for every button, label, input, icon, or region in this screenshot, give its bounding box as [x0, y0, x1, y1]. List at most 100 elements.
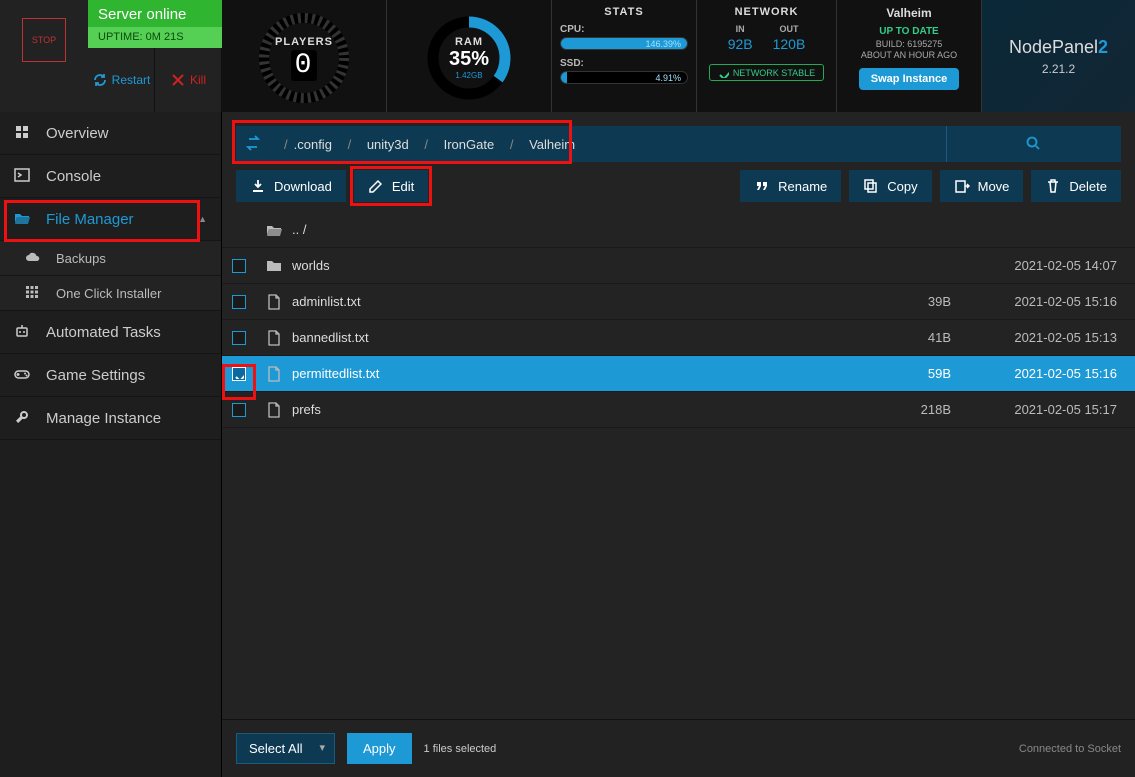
rename-button[interactable]: Rename: [740, 170, 841, 202]
status-cell: Server online UPTIME: 0M 21S Restart Kil…: [88, 0, 222, 112]
players-ring-icon: [249, 10, 359, 106]
stop-button[interactable]: STOP: [22, 18, 66, 62]
sidebar-item-label: Game Settings: [46, 367, 145, 384]
sidebar-item-one-click-installer[interactable]: One Click Installer: [0, 276, 221, 311]
brand-cell: NodePanel2 2.21.2: [982, 0, 1135, 112]
file-icon: [256, 365, 292, 382]
file-list: .. / worlds 2021-02-05 14:07 adminlist.t…: [222, 212, 1135, 719]
file-date: 2021-02-05 15:16: [951, 294, 1121, 309]
apply-button[interactable]: Apply: [347, 733, 412, 764]
kill-button[interactable]: Kill: [155, 48, 222, 112]
file-checkbox[interactable]: [232, 331, 246, 345]
sidebar-item-console[interactable]: Console: [0, 155, 221, 198]
cloud-icon: [24, 249, 42, 267]
folder-icon: [256, 257, 292, 274]
breadcrumb-segment[interactable]: Valheim: [529, 137, 575, 152]
file-icon: [256, 293, 292, 310]
server-uptime: UPTIME: 0M 21S: [88, 27, 222, 48]
file-checkbox[interactable]: [232, 259, 246, 273]
robot-icon: [14, 323, 32, 341]
ssd-label: SSD:: [560, 58, 688, 69]
ram-gauge: RAM 35% 1.42GB: [387, 0, 552, 112]
terminal-icon: [14, 167, 32, 185]
file-row[interactable]: prefs 218B 2021-02-05 15:17: [222, 392, 1135, 428]
check-icon: [718, 67, 729, 78]
rename-label: Rename: [778, 179, 827, 194]
game-name: Valheim: [837, 6, 981, 20]
sidebar: Overview Console File Manager ▲ BackupsOne C…: [0, 112, 222, 777]
net-in-label: IN: [728, 24, 753, 34]
breadcrumb-row: / .config / unity3d / IronGate / Valheim: [236, 126, 1121, 162]
copy-icon: [863, 178, 879, 194]
sidebar-item-label: File Manager: [46, 211, 134, 228]
file-date: 2021-02-05 15:13: [951, 330, 1121, 345]
file-name: .. /: [292, 222, 851, 237]
caret-icon: ▲: [198, 214, 207, 224]
selection-info: 1 files selected: [424, 743, 497, 755]
file-checkbox[interactable]: [232, 367, 246, 381]
file-row[interactable]: worlds 2021-02-05 14:07: [222, 248, 1135, 284]
sidebar-item-manage-instance[interactable]: Manage Instance: [0, 397, 221, 440]
toolbar: Download Edit Rename Copy Move Delete: [236, 170, 1121, 202]
sidebar-item-automated-tasks[interactable]: Automated Tasks: [0, 311, 221, 354]
edit-button[interactable]: Edit: [354, 170, 428, 202]
sidebar-item-backups[interactable]: Backups: [0, 241, 221, 276]
game-cell: Valheim UP TO DATE BUILD: 6195275 ABOUT …: [837, 0, 982, 112]
search-icon: [1025, 135, 1043, 153]
server-status: Server online: [88, 0, 222, 27]
ram-pct: 35%: [449, 48, 489, 71]
sidebar-item-label: Console: [46, 168, 101, 185]
sidebar-item-game-settings[interactable]: Game Settings: [0, 354, 221, 397]
file-row[interactable]: .. /: [222, 212, 1135, 248]
copy-button[interactable]: Copy: [849, 170, 931, 202]
file-row[interactable]: adminlist.txt 39B 2021-02-05 15:16: [222, 284, 1135, 320]
sidebar-item-label: Overview: [46, 125, 109, 142]
sidebar-item-overview[interactable]: Overview: [0, 112, 221, 155]
wrench-icon: [14, 409, 32, 427]
breadcrumb-segment[interactable]: .config: [294, 137, 332, 152]
file-checkbox[interactable]: [232, 295, 246, 309]
download-icon: [250, 178, 266, 194]
brand-version: 2.21.2: [1042, 62, 1075, 76]
path-swap-icon[interactable]: [236, 126, 272, 162]
file-name: prefs: [292, 402, 851, 417]
net-in-value: 92B: [728, 36, 753, 52]
download-label: Download: [274, 179, 332, 194]
delete-button[interactable]: Delete: [1031, 170, 1121, 202]
ssd-pct: 4.91%: [655, 72, 681, 84]
ram-gb: 1.42GB: [455, 71, 482, 80]
file-icon: [256, 401, 292, 418]
copy-label: Copy: [887, 179, 917, 194]
footer: Select All Apply 1 files selected Connec…: [222, 719, 1135, 777]
file-name: permittedlist.txt: [292, 366, 851, 381]
file-size: 218B: [851, 402, 951, 417]
file-name: adminlist.txt: [292, 294, 851, 309]
move-label: Move: [978, 179, 1010, 194]
main-panel: / .config / unity3d / IronGate / Valheim…: [222, 112, 1135, 777]
brand-suffix: 2: [1098, 37, 1108, 57]
file-row[interactable]: bannedlist.txt 41B 2021-02-05 15:13: [222, 320, 1135, 356]
cpu-pct: 146.39%: [645, 38, 681, 50]
sidebar-item-label: Manage Instance: [46, 410, 161, 427]
breadcrumb[interactable]: / .config / unity3d / IronGate / Valheim: [272, 126, 946, 162]
kill-label: Kill: [190, 73, 206, 87]
search-button[interactable]: [946, 126, 1121, 162]
quote-icon: [754, 178, 770, 194]
file-row[interactable]: permittedlist.txt 59B 2021-02-05 15:16: [222, 356, 1135, 392]
move-button[interactable]: Move: [940, 170, 1024, 202]
network-title: NETWORK: [697, 6, 836, 18]
breadcrumb-segment[interactable]: unity3d: [367, 137, 409, 152]
apps-icon: [24, 284, 42, 302]
restart-label: Restart: [112, 73, 151, 87]
download-button[interactable]: Download: [236, 170, 346, 202]
sidebar-item-file-manager[interactable]: File Manager ▲: [0, 198, 221, 241]
network-stable-badge: NETWORK STABLE: [709, 64, 824, 81]
restart-button[interactable]: Restart: [88, 48, 155, 112]
swap-instance-button[interactable]: Swap Instance: [859, 68, 959, 90]
breadcrumb-segment[interactable]: IronGate: [444, 137, 495, 152]
file-checkbox[interactable]: [232, 403, 246, 417]
file-name: bannedlist.txt: [292, 330, 851, 345]
file-size: 39B: [851, 294, 951, 309]
header-bar: STOP Server online UPTIME: 0M 21S Restar…: [0, 0, 1135, 112]
select-dropdown[interactable]: Select All: [236, 733, 335, 764]
